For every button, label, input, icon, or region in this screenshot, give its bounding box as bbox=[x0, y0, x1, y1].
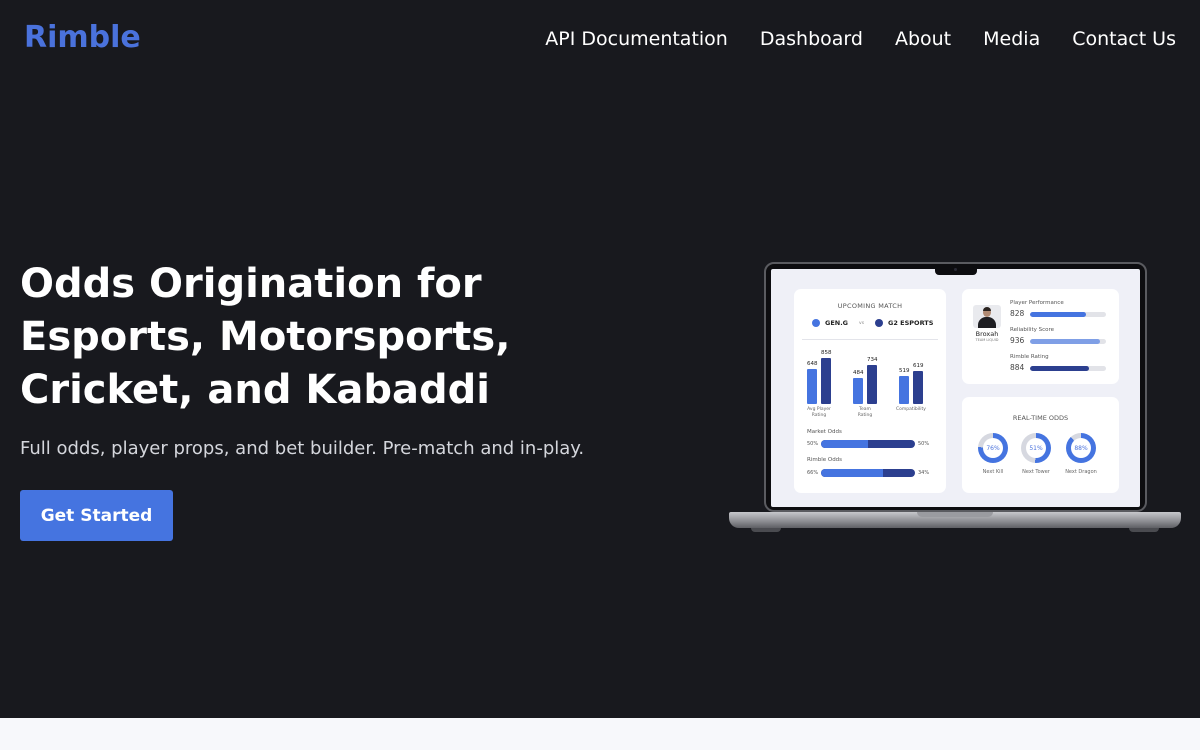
upcoming-match-title: UPCOMING MATCH bbox=[837, 302, 903, 310]
nav-link-api-documentation[interactable]: API Documentation bbox=[545, 28, 728, 50]
hero-title-line: Esports, Motorsports, bbox=[20, 314, 511, 360]
team1-dot-icon bbox=[812, 319, 820, 327]
donut-next-dragon: 88% bbox=[1066, 433, 1096, 463]
stat-fill-reliability bbox=[1030, 339, 1100, 344]
player-team: TEAM LIQUID bbox=[975, 338, 999, 342]
stat-fill-rimble-rating bbox=[1030, 366, 1090, 371]
hero-title-line: Odds Origination for bbox=[20, 261, 482, 307]
bar-value-label: 734 bbox=[867, 356, 878, 363]
player-card: Broxah TEAM LIQUID Player Performance 82… bbox=[962, 289, 1119, 384]
nav-link-dashboard[interactable]: Dashboard bbox=[760, 28, 863, 50]
camera-notch bbox=[935, 266, 977, 275]
realtime-odds-title: REAL-TIME ODDS bbox=[1012, 414, 1069, 422]
stat-value-performance: 828 bbox=[1010, 309, 1025, 318]
rimble-odds-left: 66% bbox=[807, 470, 819, 476]
donut-next-kill: 76% bbox=[978, 433, 1008, 463]
get-started-button[interactable]: Get Started bbox=[20, 490, 173, 541]
chart-bar bbox=[853, 378, 863, 404]
donut-value: 88% bbox=[1071, 438, 1091, 458]
rimble-odds-right: 34% bbox=[918, 470, 930, 476]
bar-category-label: Team Rating bbox=[857, 407, 873, 418]
laptop-lid: UPCOMING MATCH GEN.G vs G2 ESPORTS 648 85… bbox=[764, 262, 1147, 512]
donut-value: 51% bbox=[1026, 438, 1046, 458]
chart-bar bbox=[913, 370, 923, 404]
rimble-odds-fill bbox=[821, 469, 884, 477]
market-odds-label: Market Odds bbox=[807, 429, 842, 435]
bar-category-label: Avg Player Rating bbox=[807, 407, 831, 418]
nav-link-media[interactable]: Media bbox=[983, 28, 1040, 50]
divider bbox=[802, 339, 938, 340]
stat-label-rimble-rating: Rimble Rating bbox=[1010, 354, 1049, 360]
rimble-odds-bar bbox=[821, 469, 915, 477]
laptop-foot bbox=[1129, 528, 1159, 532]
laptop-foot bbox=[751, 528, 781, 532]
bar-value-label: 519 bbox=[899, 368, 910, 375]
chart-bar bbox=[807, 369, 817, 404]
realtime-odds-card: REAL-TIME ODDS 76% 51% 88% Next Kill Nex… bbox=[962, 397, 1119, 493]
donut-label: Next Kill bbox=[982, 469, 1004, 475]
hero-subtitle: Full odds, player props, and bet builder… bbox=[20, 438, 585, 459]
stat-label-reliability: Reliability Score bbox=[1010, 327, 1055, 333]
bar-category-label: Compatibility bbox=[896, 407, 926, 412]
donut-label: Next Dragon bbox=[1065, 469, 1097, 475]
nav-links: API Documentation Dashboard About Media … bbox=[545, 28, 1176, 50]
donut-value: 76% bbox=[983, 438, 1003, 458]
laptop-illustration: UPCOMING MATCH GEN.G vs G2 ESPORTS 648 85… bbox=[729, 262, 1181, 534]
chart-bar bbox=[867, 364, 877, 404]
market-odds-bar bbox=[821, 440, 915, 448]
market-odds-fill bbox=[821, 440, 868, 448]
stat-value-reliability: 936 bbox=[1010, 336, 1025, 345]
logo[interactable]: Rimble bbox=[24, 20, 141, 55]
team2-dot-icon bbox=[875, 319, 884, 327]
chart-bar bbox=[899, 376, 909, 404]
market-odds-right: 50% bbox=[918, 441, 930, 447]
hero-title-line: Cricket, and Kabaddi bbox=[20, 367, 491, 413]
next-section-edge bbox=[0, 718, 1200, 750]
laptop-screen: UPCOMING MATCH GEN.G vs G2 ESPORTS 648 85… bbox=[771, 269, 1140, 507]
chart-bar bbox=[821, 358, 831, 404]
stat-fill-performance bbox=[1030, 312, 1087, 317]
player-avatar bbox=[973, 305, 1001, 328]
laptop-base bbox=[729, 512, 1181, 528]
stat-value-rimble-rating: 884 bbox=[1010, 363, 1025, 372]
team2-name: G2 ESPORTS bbox=[888, 319, 934, 327]
team1-name: GEN.G bbox=[825, 319, 849, 327]
player-name: Broxah bbox=[975, 330, 999, 338]
stat-bar-reliability bbox=[1030, 339, 1106, 344]
stat-label-performance: Player Performance bbox=[1010, 300, 1064, 306]
rimble-odds-label: Rimble Odds bbox=[807, 457, 843, 463]
stat-bar-rimble-rating bbox=[1030, 366, 1106, 371]
donut-label: Next Tower bbox=[1022, 469, 1050, 475]
nav-link-contact-us[interactable]: Contact Us bbox=[1072, 28, 1176, 50]
vs-label: vs bbox=[859, 320, 865, 326]
donut-next-tower: 51% bbox=[1021, 433, 1051, 463]
match-teams: GEN.G vs G2 ESPORTS bbox=[812, 319, 933, 327]
bar-value-label: 858 bbox=[821, 350, 832, 357]
bar-value-label: 484 bbox=[853, 370, 864, 377]
top-nav: Rimble API Documentation Dashboard About… bbox=[0, 0, 1200, 80]
upcoming-match-card: UPCOMING MATCH GEN.G vs G2 ESPORTS 648 85… bbox=[794, 289, 946, 493]
bar-value-label: 648 bbox=[807, 361, 818, 368]
nav-link-about[interactable]: About bbox=[895, 28, 951, 50]
stat-bar-performance bbox=[1030, 312, 1106, 317]
market-odds-left: 50% bbox=[807, 441, 819, 447]
hero-title: Odds Origination for Esports, Motorsport… bbox=[20, 258, 580, 417]
bar-value-label: 619 bbox=[913, 362, 924, 369]
